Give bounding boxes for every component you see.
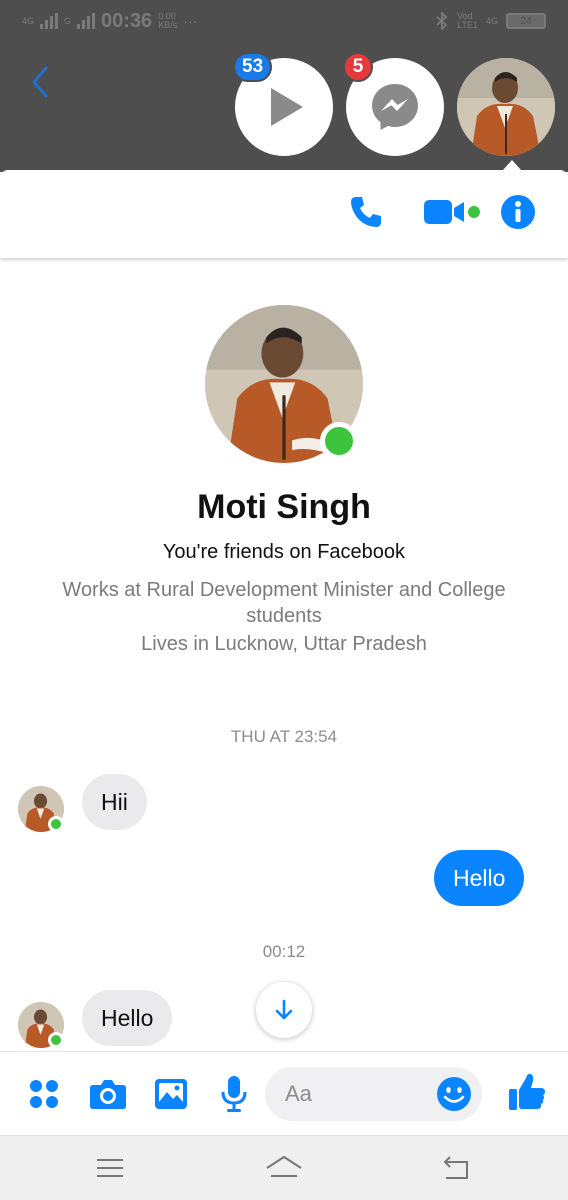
more-actions-button[interactable] xyxy=(26,1074,62,1114)
incoming-message[interactable]: Hello xyxy=(82,990,173,1046)
gallery-icon xyxy=(155,1079,187,1109)
network-2-label: G xyxy=(64,15,72,26)
battery-icon: 24 xyxy=(506,13,546,29)
play-icon xyxy=(271,88,303,126)
status-bar: 4G G 00:36 0.00 KB/s ··· Vod LTE1 4G 24 xyxy=(0,0,568,42)
carrier-2: LTE1 xyxy=(457,20,478,30)
location-info: Lives in Lucknow, Uttar Pradesh xyxy=(141,633,427,655)
back-button[interactable] xyxy=(26,62,54,102)
status-left: 4G G 00:36 0.00 KB/s ··· xyxy=(22,10,197,33)
incoming-message[interactable]: Hii xyxy=(82,774,147,830)
status-time: 00:36 xyxy=(101,9,153,32)
video-unread-badge: 53 xyxy=(233,52,273,82)
network-1-label: 4G xyxy=(22,15,35,26)
back-arrow-icon xyxy=(32,66,48,98)
back-icon xyxy=(443,1156,468,1179)
chat-head-pointer xyxy=(503,160,521,170)
gallery-button[interactable] xyxy=(152,1074,190,1114)
carrier: Vod LTE1 xyxy=(457,12,478,30)
video-camera-icon xyxy=(424,200,480,224)
microphone-icon xyxy=(221,1076,247,1112)
messenger-unread-badge: 5 xyxy=(343,52,373,82)
video-call-button[interactable] xyxy=(420,192,484,232)
more-notifications: ··· xyxy=(183,13,198,29)
thumbs-up-icon xyxy=(509,1073,545,1110)
chat-header xyxy=(0,170,568,258)
home-icon xyxy=(266,1155,302,1177)
network-right-label: 4G xyxy=(485,15,498,26)
signal-1-icon xyxy=(40,13,59,29)
status-right: Vod LTE1 4G 24 xyxy=(435,12,546,30)
sender-online-indicator xyxy=(48,816,64,832)
system-back-button[interactable] xyxy=(436,1152,476,1184)
work-info: Works at Rural Development Minister and … xyxy=(62,579,506,627)
battery-level: 24 xyxy=(520,15,532,27)
recent-apps-button[interactable] xyxy=(90,1152,130,1184)
like-button[interactable] xyxy=(507,1072,547,1112)
contact-chat-head[interactable] xyxy=(457,58,555,156)
voice-message-button[interactable] xyxy=(216,1074,252,1114)
message-timestamp: 00:12 xyxy=(262,942,306,961)
phone-icon xyxy=(351,197,381,227)
home-button[interactable] xyxy=(264,1152,304,1184)
voice-call-button[interactable] xyxy=(346,192,386,232)
more-icon xyxy=(30,1080,58,1108)
online-indicator xyxy=(320,422,358,460)
info-button[interactable] xyxy=(498,192,538,232)
menu-icon xyxy=(97,1159,123,1177)
messenger-icon xyxy=(372,84,418,130)
signal-2-icon xyxy=(77,13,96,29)
bluetooth-icon xyxy=(436,12,448,30)
outgoing-message[interactable]: Hello xyxy=(434,850,525,906)
camera-icon xyxy=(90,1080,126,1109)
camera-button[interactable] xyxy=(88,1074,128,1114)
info-icon xyxy=(501,195,535,229)
sender-online-indicator xyxy=(48,1032,64,1048)
arrow-down-icon xyxy=(275,999,293,1020)
message-timestamp: THU AT 23:54 xyxy=(230,727,338,746)
emoji-button[interactable] xyxy=(436,1076,472,1112)
network-speed: 0.00 KB/s xyxy=(158,12,177,30)
scroll-to-bottom-button[interactable] xyxy=(256,982,312,1038)
friends-status: You're friends on Facebook xyxy=(162,541,406,563)
contact-photo xyxy=(457,58,555,156)
profile-name: Moti Singh xyxy=(197,488,371,526)
speed-unit: KB/s xyxy=(158,20,178,30)
system-nav-bar xyxy=(0,1135,568,1200)
message-composer xyxy=(0,1051,568,1135)
emoji-icon xyxy=(437,1077,471,1111)
